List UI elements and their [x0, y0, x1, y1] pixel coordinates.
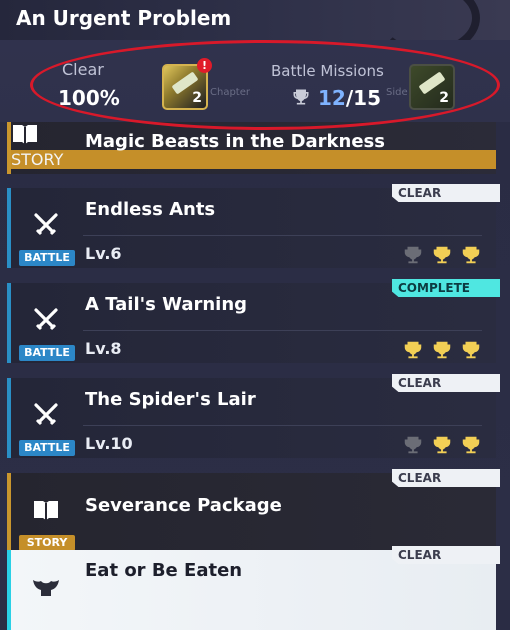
beast-icon	[29, 570, 63, 604]
stage-name: Magic Beasts in the Darkness	[85, 131, 385, 152]
status-badge: CLEAR	[392, 184, 500, 202]
header-bar: An Urgent Problem	[0, 0, 510, 56]
stage-level: Lv.10	[85, 434, 133, 453]
crossed-swords-icon	[29, 398, 63, 432]
trophy-gold-icon	[433, 246, 451, 264]
stage-name: Severance Package	[85, 495, 282, 516]
stage-name: A Tail's Warning	[85, 294, 248, 315]
crossed-swords-icon	[29, 208, 63, 242]
stage-level: Lv.6	[85, 244, 122, 263]
stage-type-label: BATTLE	[19, 345, 75, 361]
trophy-empty-icon	[404, 246, 422, 264]
trophy-gold-icon	[462, 341, 480, 359]
trophy-row	[402, 244, 482, 266]
book-icon	[29, 493, 63, 527]
trophy-empty-icon	[404, 436, 422, 454]
status-badge: COMPLETE	[392, 279, 500, 297]
stage-item-battle[interactable]: CLEAR BATTLE Endless Ants Lv.6	[7, 184, 500, 268]
stage-item-battle[interactable]: CLEAR BATTLE The Spider's Lair Lv.10	[7, 374, 500, 458]
trophy-gold-icon	[404, 341, 422, 359]
trophy-row	[402, 339, 482, 361]
trophy-gold-icon	[433, 341, 451, 359]
stage-name: Eat or Be Eaten	[85, 560, 243, 581]
stage-level: Lv.8	[85, 339, 122, 358]
crossed-swords-icon	[29, 303, 63, 337]
stage-item-battle[interactable]: COMPLETE BATTLE A Tail's Warning Lv.8	[7, 279, 500, 363]
stage-item-battle-selected[interactable]: CLEAR Eat or Be Eaten	[7, 546, 500, 630]
trophy-gold-icon	[462, 436, 480, 454]
stage-type-label: STORY	[11, 150, 496, 169]
page-title: An Urgent Problem	[16, 6, 232, 30]
stage-item-story[interactable]: CLEAR STORY Severance Package	[7, 469, 500, 553]
status-badge: CLEAR	[392, 546, 500, 564]
status-badge: CLEAR	[392, 469, 500, 487]
stage-type-label: BATTLE	[19, 250, 75, 266]
stage-name: The Spider's Lair	[85, 389, 256, 410]
annotation-ellipse	[30, 40, 500, 130]
trophy-gold-icon	[462, 246, 480, 264]
stage-name: Endless Ants	[85, 199, 216, 220]
stage-type-label: STORY	[19, 535, 75, 551]
trophy-row	[402, 434, 482, 456]
stage-type-label: BATTLE	[19, 440, 75, 456]
status-badge: CLEAR	[392, 374, 500, 392]
trophy-gold-icon	[433, 436, 451, 454]
